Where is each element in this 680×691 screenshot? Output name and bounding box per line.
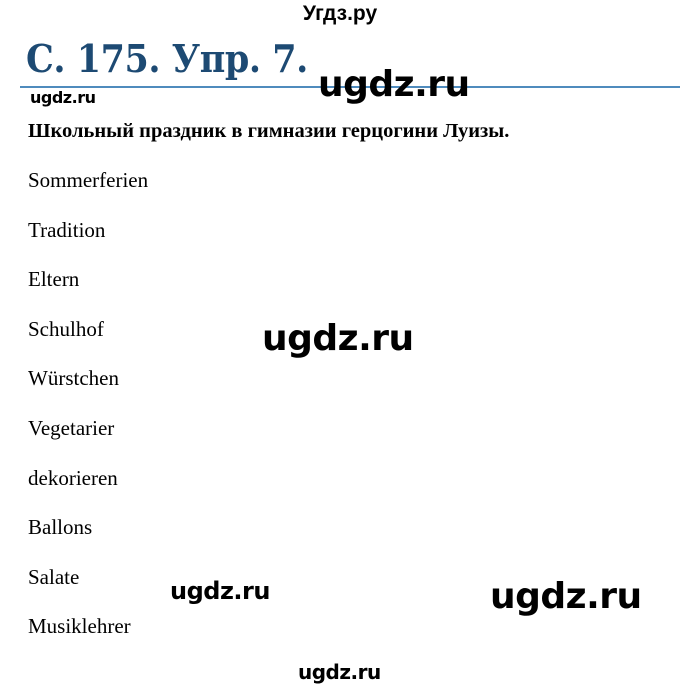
word-item: Ballons: [28, 515, 93, 540]
site-header: Угдз.ру: [302, 2, 378, 25]
word-item: dekorieren: [28, 465, 118, 490]
page-title: С. 175. Упр. 7.: [26, 36, 308, 81]
word-item: Eltern: [28, 267, 80, 292]
word-item: Tradition: [28, 217, 106, 242]
watermark: ugdz.ru: [30, 88, 96, 107]
exercise-subtitle: Школьный праздник в гимназии герцогини Л…: [28, 120, 510, 142]
word-item: Würstchen: [28, 366, 119, 391]
watermark: ugdz.ru: [318, 64, 470, 105]
word-item: Salate: [28, 564, 80, 589]
watermark: ugdz.ru: [170, 577, 270, 605]
word-item: Sommerferien: [28, 168, 149, 192]
word-item: Vegetarier: [28, 415, 115, 440]
word-item: Schulhof: [28, 316, 104, 341]
watermark: ugdz.ru: [262, 318, 414, 359]
word-item: Musiklehrer: [28, 614, 131, 639]
watermark: ugdz.ru: [298, 660, 381, 684]
watermark: ugdz.ru: [490, 576, 642, 617]
word-list: Sommerferien Tradition Eltern Schulhof W…: [28, 166, 148, 662]
